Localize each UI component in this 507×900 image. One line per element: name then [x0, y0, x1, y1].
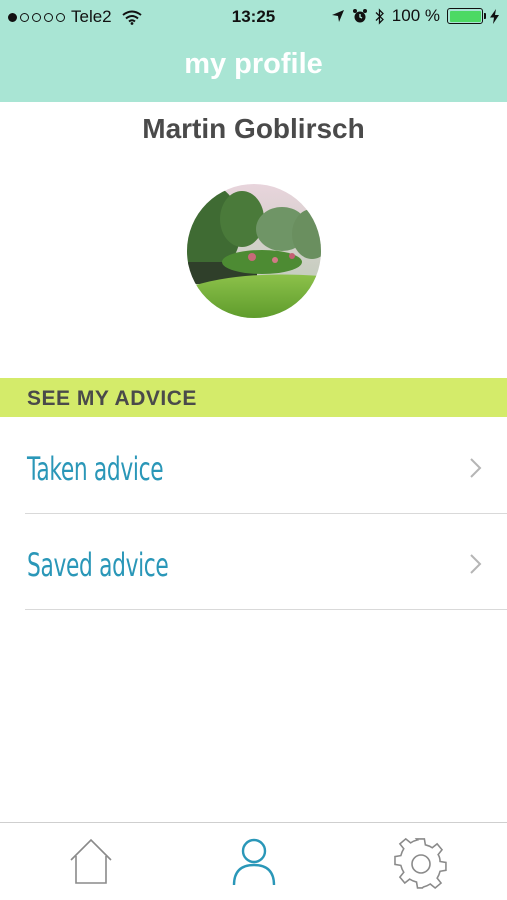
header-bar: Tele2 13:25 100 % my profile — [0, 0, 507, 102]
list-item-taken-advice[interactable]: Taken advice — [25, 418, 507, 514]
profile-screen: Tele2 13:25 100 % my profile Martin Gobl… — [0, 0, 507, 900]
page-title: my profile — [184, 48, 323, 80]
charging-bolt-icon — [490, 8, 499, 24]
list-item-label: Saved advice — [27, 546, 169, 584]
tab-bar — [0, 822, 507, 900]
chevron-right-icon — [470, 458, 482, 478]
battery-icon — [447, 8, 486, 24]
profile-icon[interactable] — [230, 837, 278, 887]
list-item-saved-advice[interactable]: Saved advice — [25, 514, 507, 610]
bluetooth-icon — [375, 7, 384, 25]
section-title: SEE MY ADVICE — [27, 387, 197, 410]
status-bar-right: 100 % — [331, 6, 499, 26]
list-item-label: Taken advice — [27, 450, 164, 488]
battery-percentage: 100 % — [391, 6, 440, 25]
home-icon[interactable] — [68, 837, 114, 885]
alarm-clock-icon — [352, 9, 367, 23]
avatar-landscape-image — [187, 184, 321, 318]
location-arrow-icon — [331, 10, 344, 22]
avatar — [187, 184, 321, 318]
status-bar: Tele2 13:25 100 % — [0, 0, 507, 36]
section-header-advice: SEE MY ADVICE — [0, 378, 507, 417]
chevron-right-icon — [470, 554, 482, 574]
settings-gear-icon[interactable] — [394, 837, 448, 891]
profile-name: Martin Goblirsch — [142, 113, 365, 144]
